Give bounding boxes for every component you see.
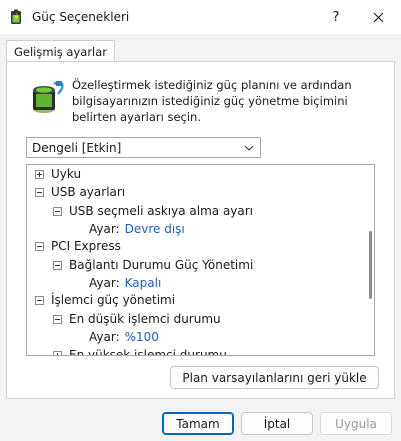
- tree-item-label: Bağlantı Durumu Güç Yönetimi: [69, 258, 254, 272]
- restore-plan-defaults-button[interactable]: Plan varsayılanlarını geri yükle: [170, 366, 379, 389]
- description-text: Özelleştirmek istediğiniz güç planını ve…: [72, 78, 352, 124]
- setting-value[interactable]: Kapalı: [125, 276, 162, 290]
- battery-power-icon: [33, 81, 64, 113]
- ok-button[interactable]: Tamam: [162, 412, 234, 435]
- collapse-icon[interactable]: [53, 314, 62, 324]
- tree-item-label: PCI Express: [51, 239, 121, 253]
- tree-item-pci-express[interactable]: PCI Express: [35, 237, 121, 255]
- setting-value[interactable]: Devre dışı: [125, 222, 185, 236]
- tree-item-label: İşlemci güç yönetimi: [51, 293, 176, 307]
- title-bar: Güç Seçenekleri ?: [0, 0, 401, 34]
- collapse-icon[interactable]: [53, 206, 62, 216]
- apply-button[interactable]: Uygula: [320, 412, 392, 435]
- setting-value[interactable]: %100: [125, 330, 159, 344]
- power-options-icon: [11, 9, 21, 24]
- tree-item-label: Uyku: [51, 167, 82, 181]
- collapse-icon[interactable]: [35, 241, 44, 251]
- power-plan-selected-value: Dengeli [Etkin]: [32, 140, 122, 155]
- expand-icon[interactable]: [35, 169, 44, 179]
- tree-item-processor-power[interactable]: İşlemci güç yönetimi: [35, 291, 175, 309]
- collapse-icon[interactable]: [53, 260, 62, 270]
- tree-item-usb-settings[interactable]: USB ayarları: [35, 183, 125, 201]
- close-button[interactable]: [355, 0, 401, 34]
- tree-item-label: En düşük işlemci durumu: [69, 312, 221, 326]
- tree-item-usb-selective-suspend[interactable]: USB seçmeli askıya alma ayarı: [53, 202, 253, 220]
- tab-strip: Gelişmiş ayarlar: [0, 34, 401, 63]
- tree-item-link-state-power[interactable]: Bağlantı Durumu Güç Yönetimi: [53, 256, 253, 274]
- settings-tree[interactable]: Uyku USB ayarları USB seçmeli askıya alm…: [26, 164, 375, 356]
- tree-item-setting[interactable]: Ayar: Devre dışı: [89, 220, 185, 238]
- setting-label: Ayar:: [89, 330, 120, 344]
- close-icon: [373, 12, 383, 22]
- tree-item-label: USB ayarları: [51, 185, 126, 199]
- tree-item-setting[interactable]: Ayar: Kapalı: [89, 274, 161, 292]
- setting-label: Ayar:: [89, 222, 120, 236]
- expand-icon[interactable]: [53, 350, 62, 355]
- help-button[interactable]: ?: [313, 0, 359, 34]
- scrollbar-thumb[interactable]: [369, 231, 372, 299]
- collapse-icon[interactable]: [35, 295, 44, 305]
- chevron-down-icon: [244, 145, 254, 151]
- power-plan-select[interactable]: Dengeli [Etkin]: [26, 137, 261, 158]
- tree-item-setting[interactable]: Ayar: %100: [89, 328, 159, 346]
- tree-item-max-processor-state[interactable]: En yüksek işlemci durumu: [53, 346, 227, 356]
- window-title: Güç Seçenekleri: [32, 10, 130, 24]
- tab-advanced-settings[interactable]: Gelişmiş ayarlar: [6, 40, 116, 63]
- tree-item-min-processor-state[interactable]: En düşük işlemci durumu: [53, 310, 221, 328]
- collapse-icon[interactable]: [35, 187, 44, 197]
- setting-label: Ayar:: [89, 276, 120, 290]
- tree-item-label: USB seçmeli askıya alma ayarı: [69, 204, 254, 218]
- tree-item-label: En yüksek işlemci durumu: [69, 348, 227, 356]
- cancel-button[interactable]: İptal: [241, 412, 313, 435]
- tree-scrollbar[interactable]: [366, 165, 374, 355]
- tree-item-sleep[interactable]: Uyku: [35, 165, 81, 183]
